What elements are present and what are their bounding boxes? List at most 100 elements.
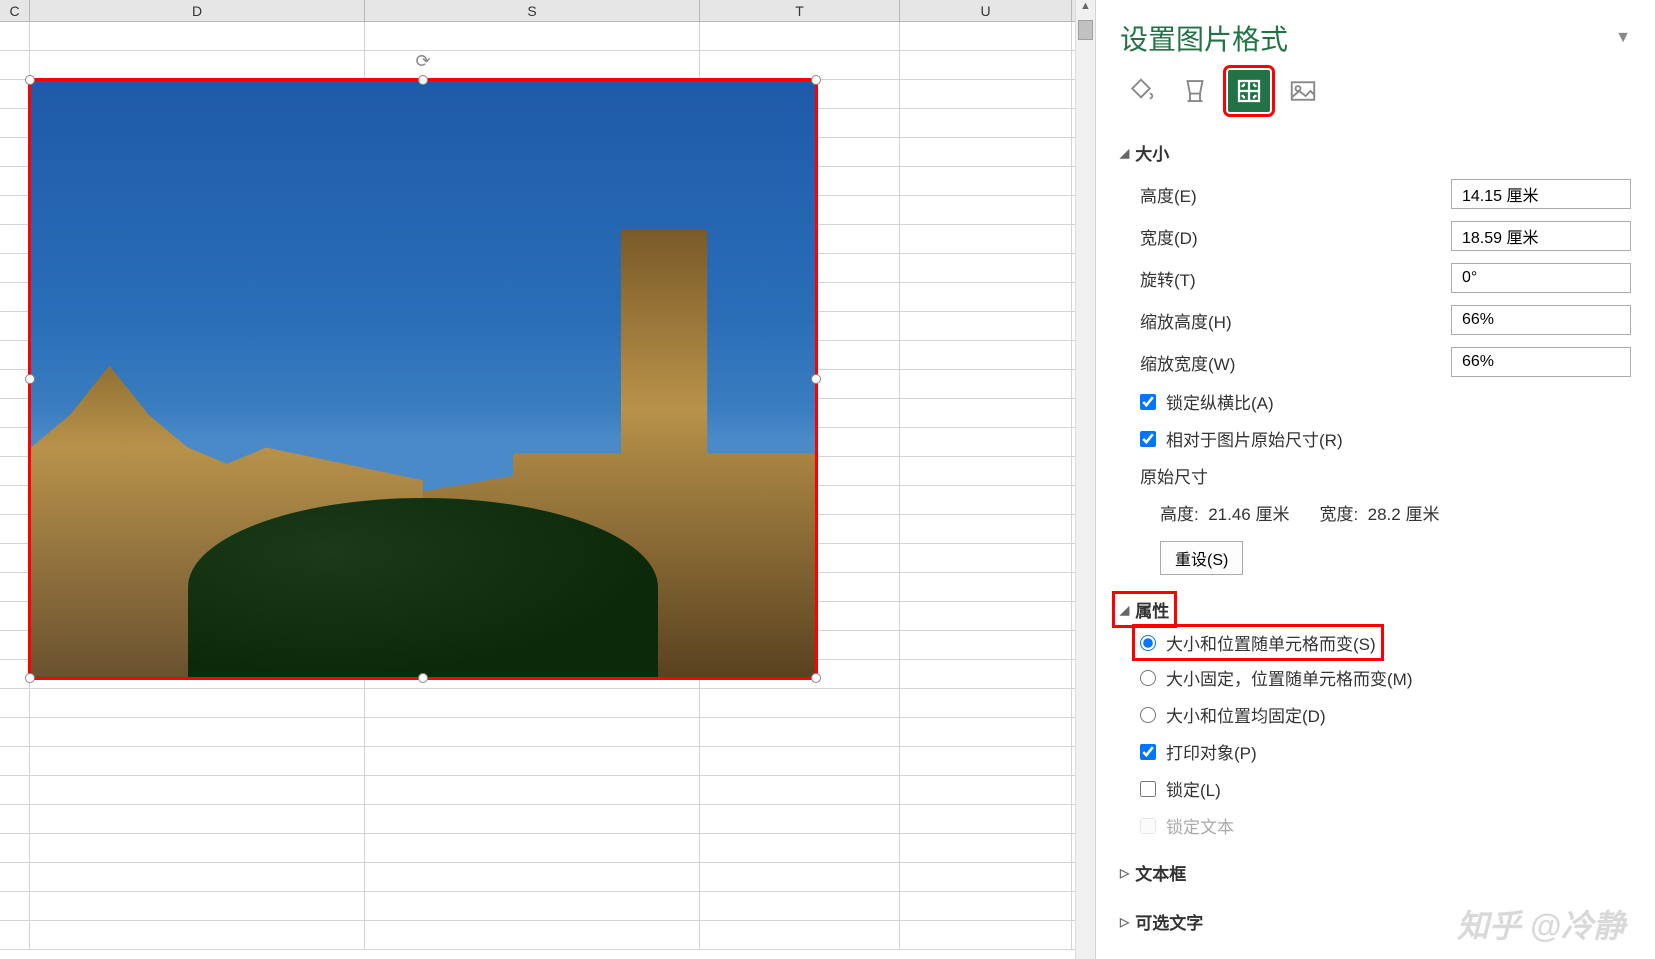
cell[interactable] <box>900 805 1072 833</box>
cell[interactable] <box>900 312 1072 340</box>
cell[interactable] <box>0 283 30 311</box>
cell[interactable] <box>365 863 700 891</box>
cell[interactable] <box>700 747 900 775</box>
cell[interactable] <box>900 283 1072 311</box>
relative-original-checkbox[interactable]: 相对于图片原始尺寸(R) <box>1120 420 1631 457</box>
cell[interactable] <box>30 834 365 862</box>
cell[interactable] <box>30 718 365 746</box>
height-spinner[interactable]: ▲▼ <box>1451 179 1631 209</box>
cell[interactable] <box>30 892 365 920</box>
cell[interactable] <box>900 776 1072 804</box>
resize-handle-nw[interactable] <box>25 75 35 85</box>
scale-height-spinner[interactable]: ▲▼ <box>1451 305 1631 335</box>
col-header-t[interactable]: T <box>700 0 900 21</box>
cell[interactable] <box>700 863 900 891</box>
grid-row[interactable] <box>0 747 1075 776</box>
scroll-up-icon[interactable]: ▲ <box>1076 0 1095 20</box>
grid-row[interactable] <box>0 51 1075 80</box>
resize-handle-s[interactable] <box>418 673 428 683</box>
locked-checkbox[interactable]: 锁定(L) <box>1120 770 1631 807</box>
cell[interactable] <box>0 254 30 282</box>
cell[interactable] <box>900 399 1072 427</box>
grid-row[interactable] <box>0 834 1075 863</box>
section-textbox-header[interactable]: ▷文本框 <box>1120 852 1631 893</box>
cell[interactable] <box>30 689 365 717</box>
pane-menu-icon[interactable]: ▼ <box>1615 29 1631 47</box>
cell[interactable] <box>0 312 30 340</box>
cell[interactable] <box>900 225 1072 253</box>
reset-button[interactable]: 重设(S) <box>1160 541 1243 575</box>
cell[interactable] <box>900 631 1072 659</box>
rotate-handle-icon[interactable]: ⟳ <box>413 51 433 71</box>
cell[interactable] <box>0 22 30 50</box>
cell[interactable] <box>900 138 1072 166</box>
cell[interactable] <box>0 776 30 804</box>
cell[interactable] <box>900 370 1072 398</box>
cell[interactable] <box>365 805 700 833</box>
width-input[interactable] <box>1452 227 1655 245</box>
cell[interactable] <box>900 196 1072 224</box>
cell[interactable] <box>700 51 900 79</box>
cell[interactable] <box>900 660 1072 688</box>
cell[interactable] <box>700 805 900 833</box>
resize-handle-se[interactable] <box>811 673 821 683</box>
section-alttext-header[interactable]: ▷可选文字 <box>1120 901 1631 942</box>
cell[interactable] <box>0 80 30 108</box>
cell[interactable] <box>900 51 1072 79</box>
cell[interactable] <box>0 457 30 485</box>
radio-move-and-size[interactable]: 大小和位置随单元格而变(S) <box>1134 626 1382 659</box>
grid-row[interactable] <box>0 689 1075 718</box>
picture-icon[interactable] <box>1282 70 1324 112</box>
size-properties-icon[interactable] <box>1228 70 1270 112</box>
col-header-d[interactable]: D <box>30 0 365 21</box>
cell[interactable] <box>0 805 30 833</box>
resize-handle-w[interactable] <box>25 374 35 384</box>
print-object-checkbox[interactable]: 打印对象(P) <box>1120 733 1631 770</box>
cell[interactable] <box>900 544 1072 572</box>
cell[interactable] <box>365 834 700 862</box>
cell[interactable] <box>900 515 1072 543</box>
radio-dont-move[interactable]: 大小和位置均固定(D) <box>1140 696 1631 733</box>
cell[interactable] <box>30 747 365 775</box>
resize-handle-e[interactable] <box>811 374 821 384</box>
rotation-spinner[interactable]: ▲▼ <box>1451 263 1631 293</box>
cell[interactable] <box>0 573 30 601</box>
width-spinner[interactable]: ▲▼ <box>1451 221 1631 251</box>
scale-width-spinner[interactable]: ▲▼ <box>1451 347 1631 377</box>
scale-width-input[interactable] <box>1452 353 1655 371</box>
cell[interactable] <box>365 747 700 775</box>
cell[interactable] <box>0 515 30 543</box>
cell[interactable] <box>900 457 1072 485</box>
cell[interactable] <box>900 718 1072 746</box>
cell[interactable] <box>0 747 30 775</box>
cell[interactable] <box>0 51 30 79</box>
cell[interactable] <box>900 22 1072 50</box>
cell[interactable] <box>0 399 30 427</box>
cell[interactable] <box>30 22 365 50</box>
cell[interactable] <box>900 428 1072 456</box>
cell[interactable] <box>365 776 700 804</box>
grid-row[interactable] <box>0 892 1075 921</box>
cell[interactable] <box>365 689 700 717</box>
cell[interactable] <box>700 689 900 717</box>
spreadsheet-area[interactable]: C D S T U ⟳ <box>0 0 1075 959</box>
cell[interactable] <box>30 805 365 833</box>
cell[interactable] <box>900 921 1072 949</box>
cell[interactable] <box>700 718 900 746</box>
cell[interactable] <box>30 863 365 891</box>
cell[interactable] <box>0 863 30 891</box>
col-header-s[interactable]: S <box>365 0 700 21</box>
cell[interactable] <box>0 544 30 572</box>
cell[interactable] <box>0 341 30 369</box>
grid-row[interactable] <box>0 921 1075 950</box>
cell[interactable] <box>900 486 1072 514</box>
cell[interactable] <box>700 834 900 862</box>
grid-row[interactable] <box>0 776 1075 805</box>
cell[interactable] <box>0 718 30 746</box>
fill-icon[interactable] <box>1120 70 1162 112</box>
grid-row[interactable] <box>0 718 1075 747</box>
height-input[interactable] <box>1452 185 1655 203</box>
cell[interactable] <box>0 428 30 456</box>
cell[interactable] <box>900 689 1072 717</box>
cell[interactable] <box>0 631 30 659</box>
